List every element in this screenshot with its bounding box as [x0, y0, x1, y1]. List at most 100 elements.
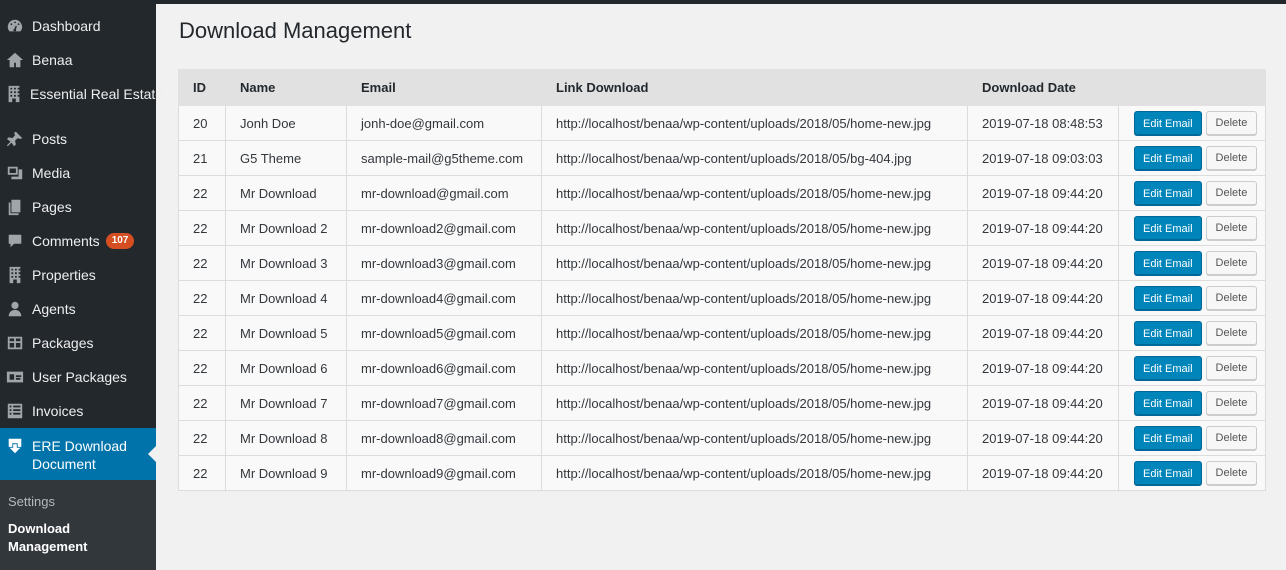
table-icon	[5, 333, 25, 353]
cell-link-download: http://localhost/benaa/wp-content/upload…	[541, 140, 968, 176]
admin-top-bar	[0, 0, 1286, 4]
table-row: 20 Jonh Doe jonh-doe@gmail.com http://local…	[178, 105, 1266, 141]
delete-button[interactable]: Delete	[1205, 461, 1258, 485]
cell-download-date: 2019-07-18 09:44:20	[967, 315, 1119, 351]
cell-name: Mr Download 4	[225, 280, 347, 316]
cell-link-download: http://localhost/benaa/wp-content/upload…	[541, 280, 968, 316]
sidebar-item-benaa[interactable]: Benaa	[0, 44, 156, 76]
sidebar-item-label: User Packages	[32, 369, 127, 385]
building-icon	[5, 84, 23, 104]
list-icon	[5, 401, 25, 421]
delete-button[interactable]: Delete	[1205, 391, 1258, 415]
delete-button[interactable]: Delete	[1205, 146, 1258, 170]
cell-email: mr-download7@gmail.com	[346, 385, 542, 421]
cell-download-date: 2019-07-18 09:03:03	[967, 140, 1119, 176]
cell-name: Mr Download 7	[225, 385, 347, 421]
cell-actions: Edit Email Delete	[1118, 140, 1266, 176]
cell-actions: Edit Email Delete	[1118, 455, 1266, 491]
column-header-name: Name	[225, 69, 347, 106]
edit-email-button[interactable]: Edit Email	[1134, 111, 1202, 135]
cell-link-download: http://localhost/benaa/wp-content/upload…	[541, 420, 968, 456]
comment-icon	[5, 231, 25, 251]
sidebar-item-label: Invoices	[32, 403, 84, 419]
edit-email-button[interactable]: Edit Email	[1134, 216, 1202, 240]
table-row: 22 Mr Download 6 mr-download6@gmail.com htt…	[178, 350, 1266, 386]
cell-name: Mr Download 6	[225, 350, 347, 386]
cell-name: Mr Download 2	[225, 210, 347, 246]
cell-id: 22	[178, 420, 226, 456]
sidebar-item-essential-real-estate[interactable]: Essential Real Estate	[0, 78, 163, 110]
dashboard-icon	[5, 16, 25, 36]
column-header-download-date: Download Date	[967, 69, 1119, 106]
cell-email: jonh-doe@gmail.com	[346, 105, 542, 141]
delete-button[interactable]: Delete	[1205, 356, 1258, 380]
submenu-item-settings[interactable]: Settings	[8, 494, 55, 509]
cell-name: Mr Download 3	[225, 245, 347, 281]
edit-email-button[interactable]: Edit Email	[1134, 146, 1202, 170]
cell-id: 22	[178, 245, 226, 281]
cell-id: 22	[178, 350, 226, 386]
admin-sidebar: Dashboard Benaa Essential Real Estate Po…	[0, 4, 163, 570]
download-icon	[5, 436, 25, 456]
cell-id: 22	[178, 455, 226, 491]
page-title: Download Management	[179, 18, 412, 43]
table-row: 22 Mr Download 9 mr-download9@gmail.com htt…	[178, 455, 1266, 491]
cell-id: 20	[178, 105, 226, 141]
pages-icon	[5, 197, 25, 217]
cell-id: 21	[178, 140, 226, 176]
cell-download-date: 2019-07-18 09:44:20	[967, 210, 1119, 246]
delete-button[interactable]: Delete	[1205, 321, 1258, 345]
cell-link-download: http://localhost/benaa/wp-content/upload…	[541, 385, 968, 421]
table-row: 21 G5 Theme sample-mail@g5theme.com http://…	[178, 140, 1266, 176]
cell-download-date: 2019-07-18 09:44:20	[967, 420, 1119, 456]
delete-button[interactable]: Delete	[1205, 426, 1258, 450]
sidebar-item-agents[interactable]: Agents	[0, 293, 156, 325]
cell-name: Mr Download 9	[225, 455, 347, 491]
user-icon	[5, 299, 25, 319]
sidebar-item-ere-download-document[interactable]: ERE Download Document	[0, 428, 156, 480]
cell-email: sample-mail@g5theme.com	[346, 140, 542, 176]
cell-email: mr-download@gmail.com	[346, 175, 542, 211]
cell-download-date: 2019-07-18 09:44:20	[967, 455, 1119, 491]
delete-button[interactable]: Delete	[1205, 181, 1258, 205]
sidebar-item-comments[interactable]: Comments 107	[0, 225, 156, 257]
sidebar-item-posts[interactable]: Posts	[0, 123, 156, 155]
column-header-id: ID	[178, 69, 226, 106]
delete-button[interactable]: Delete	[1205, 251, 1258, 275]
edit-email-button[interactable]: Edit Email	[1134, 286, 1202, 310]
edit-email-button[interactable]: Edit Email	[1134, 461, 1202, 485]
edit-email-button[interactable]: Edit Email	[1134, 251, 1202, 275]
submenu-item-download-management[interactable]: Download Management	[8, 520, 138, 556]
sidebar-item-properties[interactable]: Properties	[0, 259, 156, 291]
edit-email-button[interactable]: Edit Email	[1134, 426, 1202, 450]
sidebar-item-label: Agents	[32, 301, 76, 317]
cell-actions: Edit Email Delete	[1118, 210, 1266, 246]
cell-name: G5 Theme	[225, 140, 347, 176]
sidebar-item-dashboard[interactable]: Dashboard	[0, 10, 156, 42]
sidebar-item-label: Properties	[32, 267, 96, 283]
cell-link-download: http://localhost/benaa/wp-content/upload…	[541, 105, 968, 141]
delete-button[interactable]: Delete	[1205, 216, 1258, 240]
column-header-link-download: Link Download	[541, 69, 968, 106]
cell-id: 22	[178, 280, 226, 316]
edit-email-button[interactable]: Edit Email	[1134, 356, 1202, 380]
home-icon	[5, 50, 25, 70]
cell-link-download: http://localhost/benaa/wp-content/upload…	[541, 315, 968, 351]
sidebar-item-user-packages[interactable]: User Packages	[0, 361, 156, 393]
table-body: 20 Jonh Doe jonh-doe@gmail.com http://local…	[178, 105, 1266, 491]
sidebar-item-media[interactable]: Media	[0, 157, 156, 189]
cell-email: mr-download3@gmail.com	[346, 245, 542, 281]
cell-email: mr-download9@gmail.com	[346, 455, 542, 491]
delete-button[interactable]: Delete	[1205, 111, 1258, 135]
delete-button[interactable]: Delete	[1205, 286, 1258, 310]
edit-email-button[interactable]: Edit Email	[1134, 391, 1202, 415]
sidebar-item-pages[interactable]: Pages	[0, 191, 156, 223]
sidebar-item-label: Media	[32, 165, 71, 181]
sidebar-item-invoices[interactable]: Invoices	[0, 395, 156, 427]
sidebar-item-packages[interactable]: Packages	[0, 327, 156, 359]
cell-id: 22	[178, 315, 226, 351]
cell-actions: Edit Email Delete	[1118, 315, 1266, 351]
sidebar-item-label: Packages	[32, 335, 94, 351]
edit-email-button[interactable]: Edit Email	[1134, 321, 1202, 345]
edit-email-button[interactable]: Edit Email	[1134, 181, 1202, 205]
